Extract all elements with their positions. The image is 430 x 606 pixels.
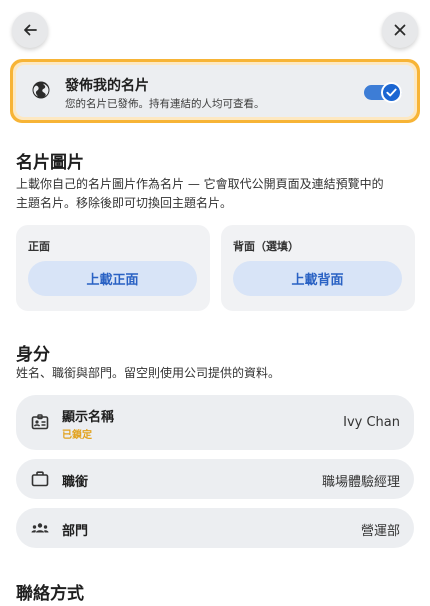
- department-row[interactable]: 部門 營運部: [16, 508, 414, 548]
- close-button[interactable]: [382, 12, 418, 48]
- toggle-knob[interactable]: [381, 82, 402, 103]
- back-label: 背面（選填）: [233, 240, 299, 253]
- department-label: 部門: [62, 524, 89, 539]
- identity-title: 身分: [16, 345, 50, 365]
- check-icon: [386, 88, 397, 97]
- back-button[interactable]: [12, 12, 48, 48]
- arrow-left-icon: [24, 24, 37, 36]
- card-image-title: 名片圖片: [16, 153, 84, 173]
- contact-title: 聯絡方式: [16, 584, 84, 604]
- front-upload-card: 正面 上載正面: [16, 225, 210, 311]
- card-image-description-line1: 上載你自己的名片圖片作為名片 — 它會取代公開頁面及連結預覽中的: [16, 177, 384, 191]
- briefcase-icon: [31, 471, 49, 487]
- publish-card: 發佈我的名片 您的名片已發佈。持有連結的人均可查看。: [10, 59, 420, 123]
- publish-subtitle: 您的名片已發佈。持有連結的人均可查看。: [65, 98, 265, 110]
- upload-front-button[interactable]: 上載正面: [28, 261, 197, 296]
- front-label: 正面: [28, 240, 50, 253]
- globe-icon: [32, 81, 50, 99]
- publish-title: 發佈我的名片: [65, 78, 149, 94]
- display-name-row[interactable]: 顯示名稱 已鎖定 Ivy Chan: [16, 395, 414, 450]
- locked-badge: 已鎖定: [62, 430, 92, 441]
- close-icon: [394, 24, 406, 36]
- id-card-icon: [31, 414, 49, 430]
- identity-description: 姓名、職銜與部門。留空則使用公司提供的資料。: [16, 366, 281, 380]
- display-name-label: 顯示名稱: [62, 410, 115, 425]
- back-upload-card: 背面（選填） 上載背面: [221, 225, 415, 311]
- department-value: 營運部: [360, 524, 400, 539]
- upload-back-button[interactable]: 上載背面: [233, 261, 402, 296]
- job-title-value: 職場體驗經理: [321, 475, 400, 490]
- display-name-value: Ivy Chan: [343, 415, 400, 430]
- job-title-label: 職銜: [62, 475, 89, 490]
- group-icon: [31, 523, 49, 533]
- card-image-description-line2: 主題名片。移除後即可切換回主題名片。: [16, 196, 233, 210]
- job-title-row[interactable]: 職銜 職場體驗經理: [16, 459, 414, 499]
